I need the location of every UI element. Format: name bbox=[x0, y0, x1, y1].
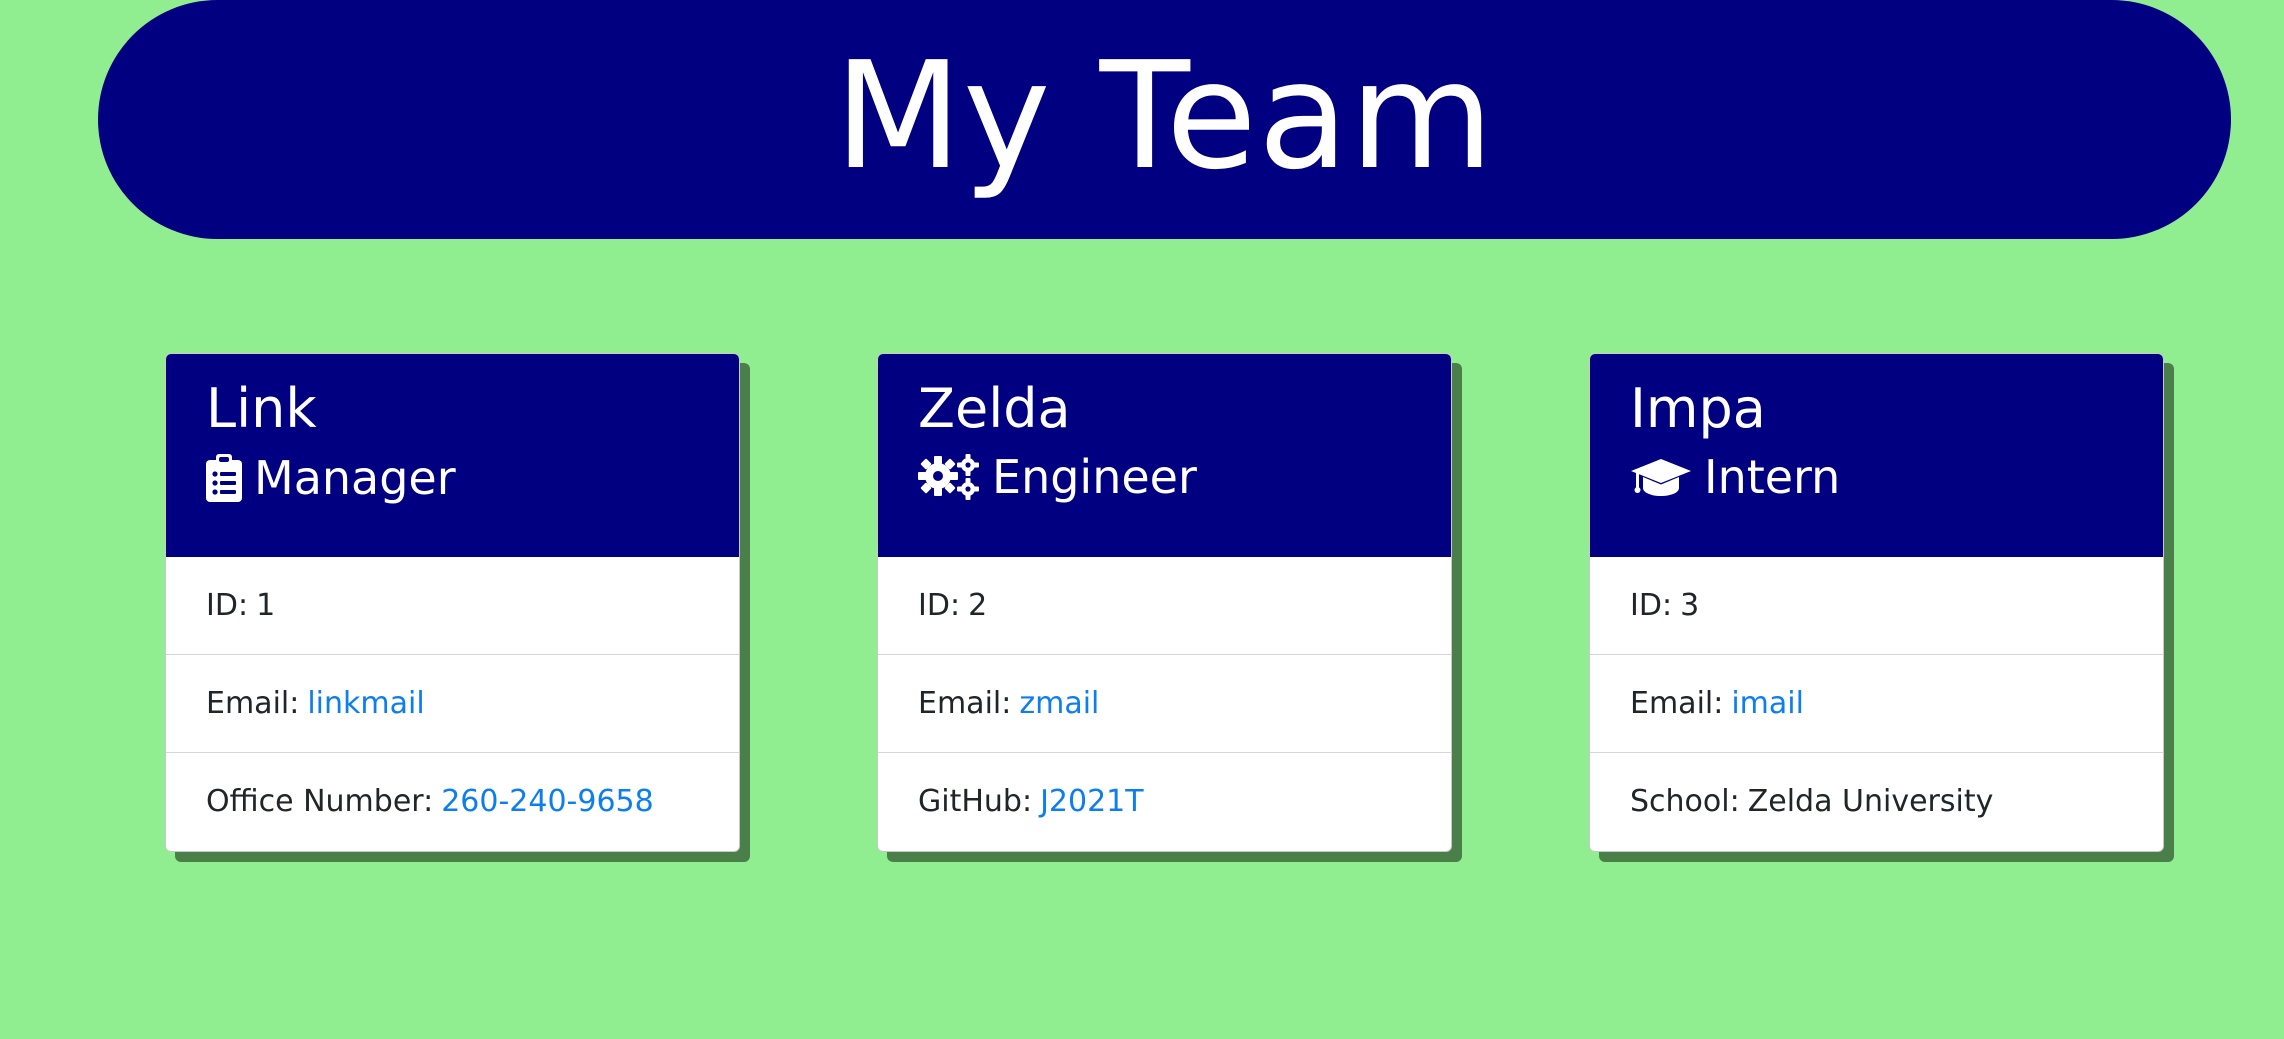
graduation-cap-icon bbox=[1630, 457, 1692, 497]
employee-role-label: Intern bbox=[1704, 450, 1841, 504]
card-header: Impa Intern bbox=[1590, 354, 2163, 557]
email-label: Email: bbox=[918, 686, 1012, 721]
employee-email-row: Email: linkmail bbox=[166, 655, 739, 753]
employee-details: ID: 2 Email: zmail GitHub: J2021T bbox=[878, 557, 1451, 850]
employee-email-row: Email: imail bbox=[1590, 655, 2163, 753]
email-link[interactable]: imail bbox=[1731, 686, 1804, 721]
id-label: ID: bbox=[918, 588, 961, 623]
employee-card-intern: Impa Intern ID: 3 Email: imail School: Z… bbox=[1589, 353, 2164, 852]
school-value: Zelda University bbox=[1747, 784, 1994, 819]
page-title: My Team bbox=[834, 29, 1495, 202]
employee-id-row: ID: 2 bbox=[878, 557, 1451, 655]
school-label: School: bbox=[1630, 784, 1740, 819]
github-label: GitHub: bbox=[918, 784, 1033, 819]
employee-role: Manager bbox=[206, 454, 699, 502]
school-row: School: Zelda University bbox=[1590, 753, 2163, 850]
office-number-row: Office Number: 260-240-9658 bbox=[166, 753, 739, 850]
office-number-label: Office Number: bbox=[206, 784, 434, 819]
id-value: 1 bbox=[256, 588, 276, 623]
employee-role: Intern bbox=[1630, 454, 2123, 500]
employee-details: ID: 1 Email: linkmail Office Number: 260… bbox=[166, 557, 739, 850]
id-label: ID: bbox=[1630, 588, 1673, 623]
github-link[interactable]: J2021T bbox=[1040, 784, 1144, 819]
email-label: Email: bbox=[206, 686, 300, 721]
employee-role-label: Engineer bbox=[992, 450, 1197, 504]
employee-id-row: ID: 3 bbox=[1590, 557, 2163, 655]
email-link[interactable]: zmail bbox=[1019, 686, 1099, 721]
employee-name: Link bbox=[206, 377, 317, 440]
employee-card-engineer: Zelda Engineer ID: 2 Email: zmail GitHub… bbox=[877, 353, 1452, 852]
employee-role-label: Manager bbox=[254, 451, 456, 505]
card-header: Link Manager bbox=[166, 354, 739, 557]
employee-role: Engineer bbox=[918, 454, 1411, 500]
card-header: Zelda Engineer bbox=[878, 354, 1451, 557]
id-label: ID: bbox=[206, 588, 249, 623]
employee-name: Zelda bbox=[918, 377, 1071, 440]
cogs-icon bbox=[918, 454, 980, 500]
id-value: 3 bbox=[1680, 588, 1700, 623]
page-header: My Team bbox=[98, 0, 2231, 239]
employee-card-manager: Link Manager ID: 1 Email: linkmail Offic… bbox=[165, 353, 740, 852]
employee-name: Impa bbox=[1630, 377, 1766, 440]
email-label: Email: bbox=[1630, 686, 1724, 721]
employee-id-row: ID: 1 bbox=[166, 557, 739, 655]
github-row: GitHub: J2021T bbox=[878, 753, 1451, 850]
team-cards: Link Manager ID: 1 Email: linkmail Offic… bbox=[0, 353, 2284, 853]
office-number-link[interactable]: 260-240-9658 bbox=[441, 784, 654, 819]
employee-details: ID: 3 Email: imail School: Zelda Univers… bbox=[1590, 557, 2163, 850]
id-value: 2 bbox=[968, 588, 988, 623]
employee-email-row: Email: zmail bbox=[878, 655, 1451, 753]
email-link[interactable]: linkmail bbox=[307, 686, 424, 721]
clipboard-list-icon bbox=[206, 454, 242, 502]
